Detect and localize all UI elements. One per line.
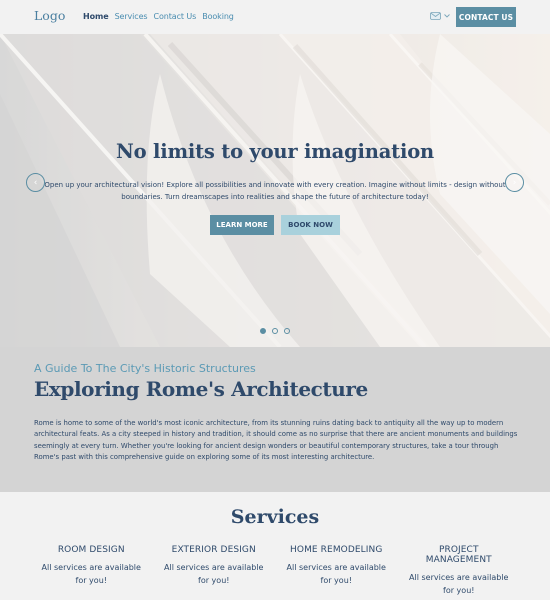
service-name: PROJECT MANAGEMENT [425, 545, 492, 565]
about-section: A Guide To The City's Historic Structure… [0, 347, 550, 492]
slider-next-button[interactable]: › [505, 173, 524, 192]
service-description: All services are available for you! [286, 563, 386, 585]
service-name: EXTERIOR DESIGN [171, 545, 256, 555]
logo[interactable]: Logo [34, 8, 65, 23]
slider-dot-3[interactable] [284, 328, 290, 334]
nav-item-contact-us[interactable]: Contact Us [154, 12, 197, 21]
hero-slider: No limits to your imagination Open up yo… [0, 34, 550, 347]
site-header: Logo Home Services Contact Us Booking CO… [0, 0, 550, 34]
service-card: PROJECT MANAGEMENT All services are avai… [398, 545, 521, 597]
contact-us-button[interactable]: CONTACT US [456, 7, 516, 27]
hero-description: Open up your architectural vision! Explo… [44, 181, 506, 201]
slider-dot-2[interactable] [272, 328, 278, 334]
services-title: Services [230, 506, 320, 528]
chevron-down-icon [444, 14, 450, 18]
slider-prev-button[interactable]: ‹ [26, 173, 45, 192]
nav-item-services[interactable]: Services [115, 12, 148, 21]
about-subtitle: A Guide To The City's Historic Structure… [34, 362, 256, 375]
nav-item-home[interactable]: Home [83, 12, 109, 21]
services-section: Services ROOM DESIGN All services are av… [0, 492, 550, 600]
service-card: HOME REMODELING All services are availab… [275, 545, 398, 597]
flag-icon [430, 12, 441, 20]
language-selector[interactable] [430, 12, 450, 20]
nav-item-booking[interactable]: Booking [202, 12, 234, 21]
service-description: All services are available for you! [41, 563, 141, 585]
hero-title: No limits to your imagination [116, 140, 434, 163]
service-card: EXTERIOR DESIGN All services are availab… [153, 545, 276, 597]
services-grid: ROOM DESIGN All services are available f… [30, 545, 520, 597]
service-card: ROOM DESIGN All services are available f… [30, 545, 153, 597]
slider-dot-1[interactable] [260, 328, 266, 334]
service-description: All services are available for you! [164, 563, 264, 585]
chevron-right-icon: › [512, 177, 517, 188]
book-now-button[interactable]: BOOK NOW [281, 215, 340, 235]
main-nav: Home Services Contact Us Booking [83, 12, 234, 21]
about-title: Exploring Rome's Architecture [34, 377, 368, 401]
service-name: ROOM DESIGN [57, 545, 125, 555]
service-description: All services are available for you! [409, 573, 509, 595]
learn-more-button[interactable]: LEARN MORE [210, 215, 274, 235]
slider-pagination [0, 328, 550, 334]
chevron-left-icon: ‹ [33, 177, 38, 188]
about-text: Rome is home to some of the world's most… [34, 419, 518, 461]
hero-actions: LEARN MORE BOOK NOW [0, 215, 550, 235]
service-name: HOME REMODELING [290, 545, 383, 555]
